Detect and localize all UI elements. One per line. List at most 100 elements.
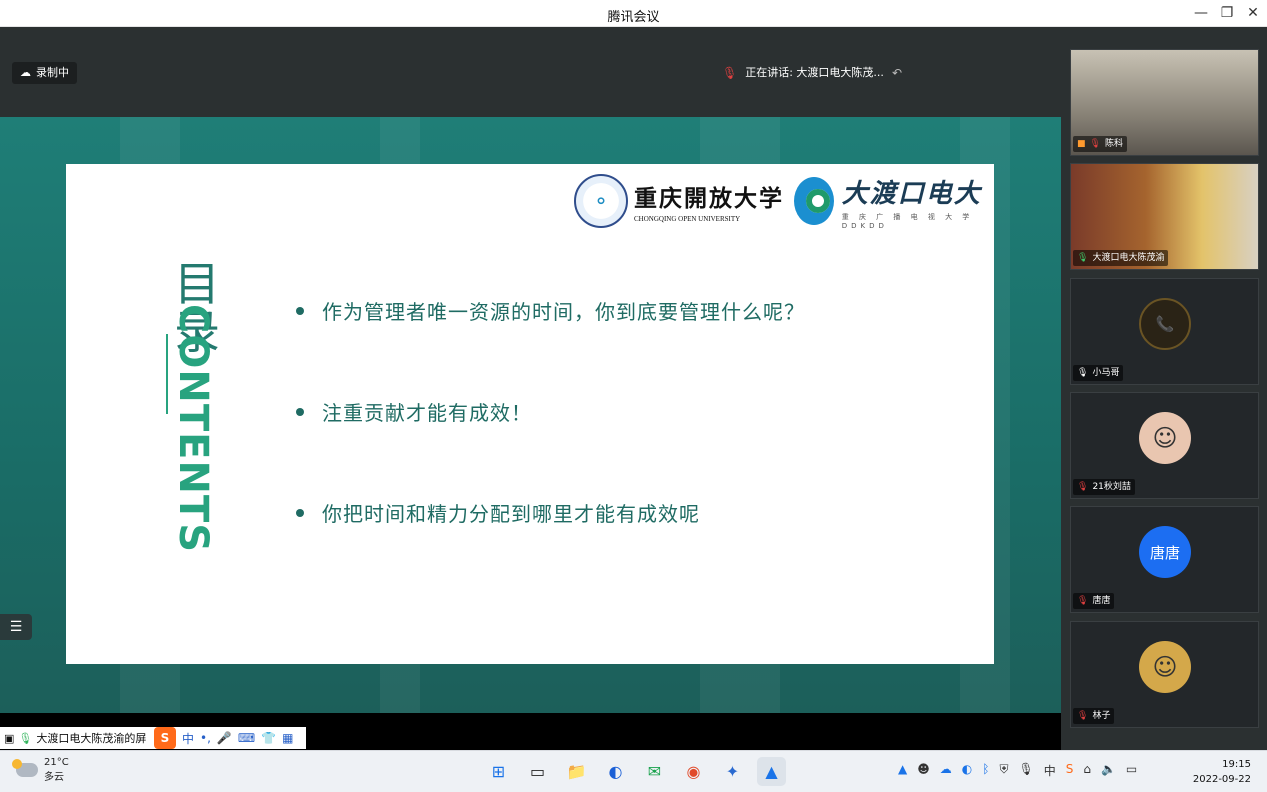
clock-time: 19:15 (1222, 759, 1251, 770)
back-arrow-icon[interactable]: ↶ (892, 63, 902, 83)
participant-name: 21秋刘喆 (1092, 482, 1131, 492)
system-tray: ▲ ☻ ☁ ◐ ᛒ ⛨ 🎙 中 S ⌂ 🔈 ▭ (898, 762, 1137, 779)
file-explorer-icon[interactable]: 📁 (562, 757, 591, 786)
window-title: 腾讯会议 (607, 10, 660, 25)
tray-security-icon[interactable]: ⛨ (999, 762, 1008, 779)
mic-muted-icon: 🎙 (1077, 711, 1089, 721)
participant-name-tag: 🎙 小马哥 (1073, 365, 1124, 381)
tray-mic-icon[interactable]: 🎙 (1018, 762, 1033, 779)
participant-tile[interactable]: 唐唐 🎙 唐唐 (1070, 506, 1259, 613)
weather-temp: 21°C (44, 757, 69, 768)
bullet-item: 你把时间和精力分配到哪里才能有成效呢 (296, 498, 805, 527)
logo-cq-english: CHONGQING OPEN UNIVERSITY (634, 215, 741, 223)
tray-edge-icon[interactable]: ◐ (962, 762, 972, 779)
close-button[interactable]: ✕ (1240, 2, 1266, 24)
participant-tile[interactable]: ■ 🎙 陈科 (1070, 49, 1259, 156)
participant-name: 唐唐 (1092, 596, 1111, 606)
ime-keyboard-icon[interactable]: ⌨ (238, 731, 255, 745)
volume-icon[interactable]: 🔈 (1101, 762, 1116, 779)
logo-cq-name: 重庆開放大学 (634, 185, 784, 212)
battery-icon[interactable]: ▭ (1126, 762, 1137, 779)
taskbar-apps: ⊞ ▭ 📁 ◐ ✉ ◉ ✦ ▲ (484, 757, 786, 786)
ime-chinese-mode[interactable]: 中 (182, 730, 194, 747)
logo-dd-name: 大渡口电大 (841, 178, 982, 209)
host-icon: ■ (1077, 139, 1086, 149)
participant-tile[interactable]: ☺ 🎙 林子 (1070, 621, 1259, 728)
mic-muted-icon: 🎙 (1089, 139, 1101, 149)
participant-name-tag: 🎙 唐唐 (1073, 593, 1115, 609)
ime-voice-icon[interactable]: 🎤 (217, 731, 232, 745)
task-view-icon[interactable]: ▭ (523, 757, 552, 786)
taskbar: 21°C 多云 ⊞ ▭ 📁 ◐ ✉ ◉ ✦ ▲ ▲ ☻ ☁ ◐ ᛒ ⛨ 🎙 中 … (0, 750, 1267, 792)
chongqing-open-university-logo: ⚬ 重庆開放大学 CHONGQING OPEN UNIVERSITY (574, 174, 784, 228)
window-titlebar: 腾讯会议 — ❐ ✕ (0, 0, 1267, 27)
participant-name: 陈科 (1104, 139, 1123, 149)
recording-indicator[interactable]: ☁ 录制中 (12, 62, 77, 84)
tray-cloud-icon[interactable]: ☁ (940, 762, 952, 779)
speaking-indicator: 🎙 正在讲话: 大渡口电大陈茂... ↶ (722, 63, 902, 83)
bullet-dot (296, 407, 304, 416)
participant-name: 小马哥 (1092, 368, 1120, 378)
mic-active-icon: 🎙 (1077, 253, 1089, 263)
ime-skin-icon[interactable]: 👕 (261, 731, 276, 745)
bullet-text: 作为管理者唯一资源的时间，你到底要管理什么呢？ (322, 300, 805, 324)
network-icon[interactable]: ⌂ (1083, 762, 1091, 779)
minimize-button[interactable]: — (1188, 2, 1214, 24)
bullet-dot (296, 306, 304, 315)
logo-dd-subtitle: 重 庆 广 播 电 视 大 学 DDKDD (841, 212, 974, 230)
participant-sidebar: ■ 🎙 陈科 🎙 大渡口电大陈茂渝 📞 🎙 小马哥 ☺ 🎙 21秋刘喆 唐唐 🎙… (1061, 27, 1267, 750)
sogou-logo-icon[interactable]: S (154, 727, 176, 749)
participant-tile[interactable]: 📞 🎙 小马哥 (1070, 278, 1259, 385)
heading-divider (166, 334, 168, 414)
tray-qq-icon[interactable]: ☻ (917, 762, 930, 779)
tray-meeting-icon[interactable]: ▲ (898, 762, 907, 779)
tencent-meeting-icon[interactable]: ▲ (757, 757, 786, 786)
participant-name-tag: 🎙 大渡口电大陈茂渝 (1073, 250, 1169, 266)
participant-name-tag: 🎙 林子 (1073, 708, 1115, 724)
ime-punctuation[interactable]: •, (200, 731, 211, 745)
network-app-icon[interactable]: ✦ (718, 757, 747, 786)
participant-tile[interactable]: 🎙 大渡口电大陈茂渝 (1070, 163, 1259, 270)
restore-button[interactable]: ❐ (1214, 2, 1240, 24)
taskbar-clock[interactable]: 19:15 2022-09-22 (1193, 757, 1251, 787)
avatar: ☺ (1139, 412, 1191, 464)
dadukou-mark-icon (794, 177, 834, 225)
avatar: ☺ (1139, 641, 1191, 693)
bullet-item: 作为管理者唯一资源的时间，你到底要管理什么呢？ (296, 296, 805, 325)
ime-toolbar: S 中 •, 🎤 ⌨ 👕 ▦ (150, 727, 306, 749)
slide-heading-contents: CONTENTS (170, 304, 216, 554)
cloud-icon: ☁ (20, 66, 31, 79)
bluetooth-icon[interactable]: ᛒ (982, 762, 989, 779)
tray-ime-icon[interactable]: 中 (1044, 762, 1056, 779)
participant-tile[interactable]: ☺ 🎙 21秋刘喆 (1070, 392, 1259, 499)
bullet-text: 注重贡献才能有成效！ (322, 401, 532, 425)
slide-bullet-list: 作为管理者唯一资源的时间，你到底要管理什么呢？ 注重贡献才能有成效！ 你把时间和… (296, 296, 805, 599)
ime-toolbox-icon[interactable]: ▦ (282, 731, 293, 745)
meeting-stage: ☁ 录制中 🎙 正在讲话: 大渡口电大陈茂... ↶ ⚬ 重庆開放大学 CHON… (0, 27, 1061, 713)
avatar: 唐唐 (1139, 526, 1191, 578)
chrome-icon[interactable]: ◉ (679, 757, 708, 786)
screen-share-label[interactable]: ▣ 🎙 大渡口电大陈茂渝的屏 (0, 727, 151, 749)
wechat-icon[interactable]: ✉ (640, 757, 669, 786)
mic-active-icon: 🎙 (18, 731, 33, 745)
participant-name-tag: ■ 🎙 陈科 (1073, 136, 1127, 152)
clock-date: 2022-09-22 (1192, 774, 1251, 785)
mic-muted-icon: 🎙 (1077, 482, 1089, 492)
mic-muted-icon: 🎙 (1077, 596, 1089, 606)
mic-icon: 🎙 (1077, 368, 1089, 378)
participant-name: 林子 (1092, 711, 1111, 721)
screen-share-text: 大渡口电大陈茂渝的屏 (36, 732, 147, 745)
edge-browser-icon[interactable]: ◐ (601, 757, 630, 786)
bullet-dot (296, 508, 304, 517)
weather-cloud-icon (12, 759, 38, 777)
weather-widget[interactable]: 21°C 多云 (12, 757, 69, 783)
bullet-text: 你把时间和精力分配到哪里才能有成效呢 (322, 502, 700, 526)
shared-screen: ⚬ 重庆開放大学 CHONGQING OPEN UNIVERSITY 大渡口电大… (0, 117, 1061, 713)
bullet-item: 注重贡献才能有成效！ (296, 397, 805, 426)
dadukou-tvu-logo: 大渡口电大 重 庆 广 播 电 视 大 学 DDKDD (788, 164, 994, 238)
member-list-button[interactable]: ☰ (0, 614, 32, 640)
tray-sogou-icon[interactable]: S (1066, 762, 1074, 779)
weather-desc: 多云 (44, 772, 64, 783)
start-button-icon[interactable]: ⊞ (484, 757, 513, 786)
participant-name-tag: 🎙 21秋刘喆 (1073, 479, 1135, 495)
